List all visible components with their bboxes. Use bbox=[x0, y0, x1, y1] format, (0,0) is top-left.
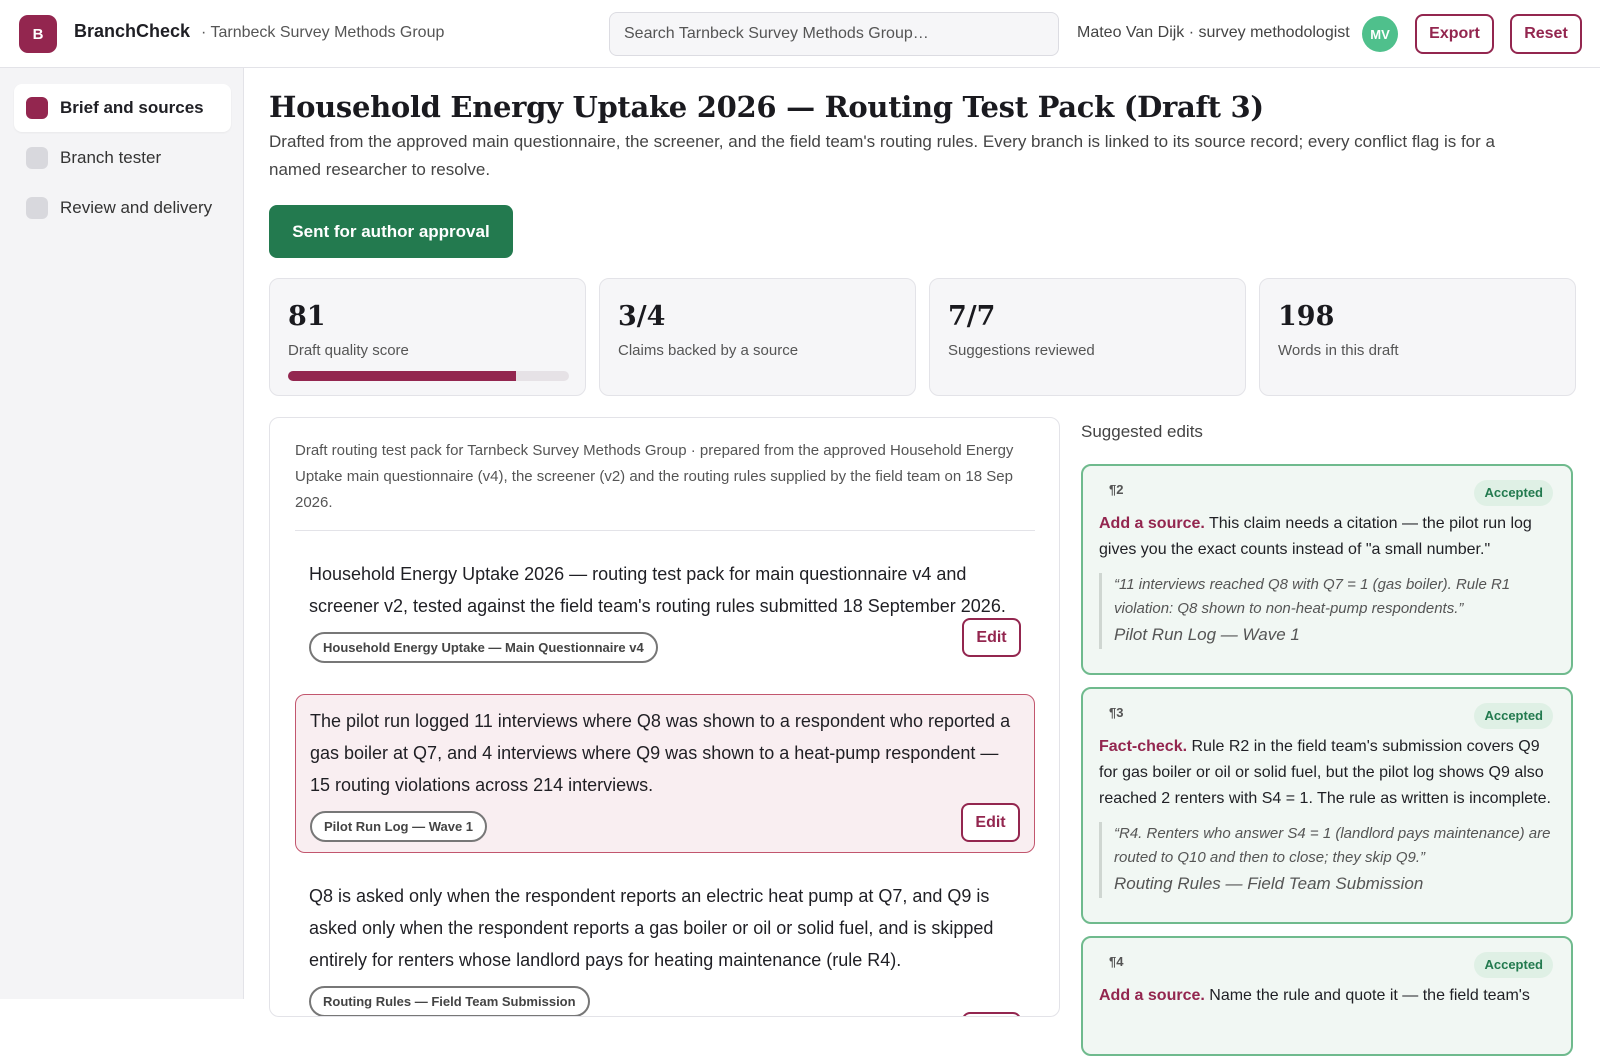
stat-label: Claims backed by a source bbox=[618, 342, 799, 359]
suggestion-card[interactable]: ¶2 Accepted Add a source. This claim nee… bbox=[1081, 464, 1573, 675]
avatar[interactable]: MV bbox=[1362, 16, 1398, 52]
draft-document: Draft routing test pack for Tarnbeck Sur… bbox=[269, 417, 1060, 1017]
stat-card-suggestions: 7/7 Suggestions reviewed bbox=[929, 278, 1246, 396]
suggested-edits-title: Suggested edits bbox=[1081, 422, 1203, 441]
edit-button[interactable]: Edit bbox=[962, 618, 1021, 657]
stat-value: 81 bbox=[288, 301, 326, 332]
sidebar-item-brief-and-sources[interactable]: Brief and sources bbox=[14, 84, 231, 132]
suggestion-body: Add a source. Name the rule and quote it… bbox=[1099, 983, 1555, 1009]
app-name: BranchCheck bbox=[74, 21, 191, 41]
sidebar-item-review-and-delivery[interactable]: Review and delivery bbox=[14, 184, 231, 232]
sidebar-item-branch-tester[interactable]: Branch tester bbox=[14, 134, 231, 182]
quality-progress-fill bbox=[288, 371, 516, 381]
suggestion-kind: Add a source. bbox=[1099, 987, 1205, 1004]
suggestion-kind: Add a source. bbox=[1099, 515, 1205, 532]
stat-value: 3/4 bbox=[618, 301, 666, 332]
stat-value: 7/7 bbox=[948, 301, 996, 332]
reset-button[interactable]: Reset bbox=[1510, 14, 1582, 54]
stat-label: Suggestions reviewed bbox=[948, 342, 1095, 359]
quote-source: Pilot Run Log — Wave 1 bbox=[1114, 625, 1300, 644]
step-marker-icon bbox=[26, 147, 48, 169]
quote-text: “R4. Renters who answer S4 = 1 (landlord… bbox=[1114, 825, 1551, 866]
paragraph-text: The pilot run logged 11 interviews where… bbox=[310, 711, 1011, 795]
sidebar-item-label: Brief and sources bbox=[60, 98, 204, 117]
user-label: Mateo Van Dijk · survey methodologist bbox=[1077, 24, 1350, 41]
stat-label: Words in this draft bbox=[1278, 342, 1399, 359]
status-button[interactable]: Sent for author approval bbox=[269, 205, 513, 258]
draft-paragraph-1[interactable]: Household Energy Uptake 2026 — routing t… bbox=[295, 548, 1035, 673]
search-input[interactable] bbox=[609, 12, 1059, 56]
suggestion-card[interactable]: ¶3 Accepted Fact-check. Rule R2 in the f… bbox=[1081, 687, 1573, 924]
suggestion-body: Fact-check. Rule R2 in the field team's … bbox=[1099, 734, 1555, 812]
quote-text: “11 interviews reached Q8 with Q7 = 1 (g… bbox=[1114, 576, 1511, 617]
suggestion-text: Name the rule and quote it — the field t… bbox=[1209, 987, 1530, 1004]
source-pill[interactable]: Household Energy Uptake — Main Questionn… bbox=[309, 632, 658, 663]
stat-value: 198 bbox=[1278, 301, 1335, 332]
draft-paragraph-3[interactable]: Q8 is asked only when the respondent rep… bbox=[295, 870, 1035, 1016]
source-pill[interactable]: Routing Rules — Field Team Submission bbox=[309, 986, 590, 1016]
top-bar: B BranchCheck · Tarnbeck Survey Methods … bbox=[0, 0, 1600, 68]
draft-intro: Draft routing test pack for Tarnbeck Sur… bbox=[295, 438, 1035, 531]
edit-button[interactable]: Edit bbox=[961, 803, 1020, 842]
edit-button[interactable]: Edit bbox=[962, 1012, 1021, 1016]
source-pill[interactable]: Pilot Run Log — Wave 1 bbox=[310, 811, 488, 842]
export-button[interactable]: Export bbox=[1415, 14, 1494, 54]
quality-progress-bar bbox=[288, 371, 569, 381]
quote-source: Routing Rules — Field Team Submission bbox=[1114, 874, 1424, 893]
stat-card-quality: 81 Draft quality score bbox=[269, 278, 586, 396]
org-name: · Tarnbeck Survey Methods Group bbox=[201, 24, 445, 41]
step-marker-icon bbox=[26, 97, 48, 119]
step-marker-icon bbox=[26, 197, 48, 219]
paragraph-text: Q8 is asked only when the respondent rep… bbox=[309, 886, 994, 970]
sidebar: Brief and sources Branch tester Review a… bbox=[0, 68, 244, 999]
status-badge: Accepted bbox=[1474, 480, 1553, 506]
stat-label: Draft quality score bbox=[288, 342, 409, 359]
suggestion-body: Add a source. This claim needs a citatio… bbox=[1099, 511, 1555, 563]
page-description: Drafted from the approved main questionn… bbox=[269, 132, 1495, 179]
stat-card-words: 198 Words in this draft bbox=[1259, 278, 1576, 396]
page-title: Household Energy Uptake 2026 — Routing T… bbox=[269, 90, 1264, 124]
draft-paragraph-2[interactable]: The pilot run logged 11 interviews where… bbox=[295, 694, 1035, 853]
stat-card-claims: 3/4 Claims backed by a source bbox=[599, 278, 916, 396]
source-quote: “11 interviews reached Q8 with Q7 = 1 (g… bbox=[1099, 573, 1555, 649]
suggestion-card[interactable]: ¶4 Accepted Add a source. Name the rule … bbox=[1081, 936, 1573, 1056]
sidebar-item-label: Branch tester bbox=[60, 148, 162, 167]
source-quote: “R4. Renters who answer S4 = 1 (landlord… bbox=[1099, 822, 1555, 898]
status-badge: Accepted bbox=[1474, 703, 1553, 729]
status-badge: Accepted bbox=[1474, 952, 1553, 978]
suggestion-kind: Fact-check. bbox=[1099, 738, 1188, 755]
paragraph-text: Household Energy Uptake 2026 — routing t… bbox=[309, 564, 1006, 616]
sidebar-item-label: Review and delivery bbox=[60, 198, 213, 217]
app-logo[interactable]: B bbox=[19, 15, 57, 53]
